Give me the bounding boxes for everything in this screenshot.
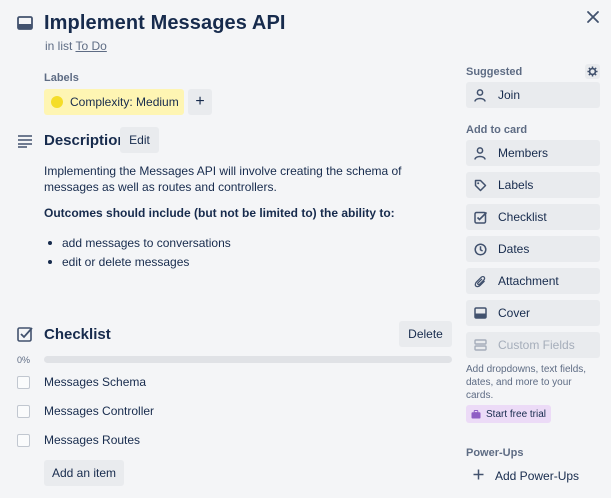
checklist-label: Checklist bbox=[498, 210, 547, 224]
add-item-button[interactable]: Add an item bbox=[44, 460, 124, 486]
labels-heading: Labels bbox=[44, 72, 79, 84]
briefcase-icon bbox=[471, 409, 481, 419]
description-text[interactable]: Implementing the Messages API will invol… bbox=[44, 163, 454, 195]
plus-icon bbox=[473, 468, 484, 484]
checkbox[interactable] bbox=[17, 404, 30, 418]
edit-description-button[interactable]: Edit bbox=[120, 127, 159, 153]
attachment-button[interactable]: Attachment bbox=[466, 268, 600, 294]
card-title[interactable]: Implement Messages API bbox=[44, 12, 286, 35]
clock-icon bbox=[473, 242, 487, 256]
labels-button[interactable]: Labels bbox=[466, 172, 600, 198]
list-info: in list To Do bbox=[45, 39, 107, 53]
members-label: Members bbox=[498, 146, 549, 160]
progress-bar bbox=[44, 356, 452, 363]
members-button[interactable]: Members bbox=[466, 140, 600, 166]
join-label: Join bbox=[498, 88, 521, 102]
checklist-icon bbox=[17, 326, 33, 342]
tag-icon bbox=[473, 178, 487, 192]
cover-label: Cover bbox=[498, 306, 531, 320]
person-icon bbox=[473, 146, 487, 160]
close-icon[interactable] bbox=[586, 10, 600, 24]
delete-checklist-button[interactable]: Delete bbox=[399, 321, 452, 347]
plus-icon: + bbox=[195, 93, 205, 110]
label-chip[interactable]: Complexity: Medium bbox=[44, 89, 184, 115]
add-power-ups-button[interactable]: Add Power-Ups bbox=[466, 463, 600, 489]
custom-fields-icon bbox=[473, 338, 487, 352]
bullet-item: edit or delete messages bbox=[48, 252, 231, 271]
bullet-item: add messages to conversations bbox=[48, 233, 231, 252]
checkbox[interactable] bbox=[17, 375, 30, 389]
custom-fields-hint: Add dropdowns, text fields, dates, and m… bbox=[466, 364, 587, 401]
checklist-item-label[interactable]: Messages Schema bbox=[44, 375, 146, 389]
dates-label: Dates bbox=[498, 242, 530, 256]
cover-icon bbox=[473, 306, 487, 320]
description-bold-text: Outcomes should include (but not be limi… bbox=[44, 206, 395, 220]
label-text: Complexity: Medium bbox=[70, 95, 179, 109]
gear-icon[interactable] bbox=[585, 64, 600, 79]
start-free-trial-label: Start free trial bbox=[486, 408, 547, 420]
description-bullets: add messages to conversations edit or de… bbox=[48, 233, 231, 271]
checklist-button[interactable]: Checklist bbox=[466, 204, 600, 230]
cover-button[interactable]: Cover bbox=[466, 300, 600, 326]
attachment-label: Attachment bbox=[498, 274, 559, 288]
checklist-item[interactable]: Messages Schema bbox=[17, 371, 457, 393]
description-heading: Description bbox=[44, 132, 127, 149]
add-label-button[interactable]: + bbox=[188, 89, 212, 115]
add-to-card-heading: Add to card bbox=[466, 124, 528, 136]
dates-button[interactable]: Dates bbox=[466, 236, 600, 262]
label-color-dot bbox=[51, 96, 63, 108]
list-link[interactable]: To Do bbox=[75, 39, 106, 53]
checkbox[interactable] bbox=[17, 433, 30, 447]
suggested-heading: Suggested bbox=[466, 66, 523, 78]
progress-percent: 0% bbox=[17, 355, 31, 365]
description-icon bbox=[17, 134, 33, 148]
paperclip-icon bbox=[473, 274, 487, 288]
checklist-item[interactable]: Messages Controller bbox=[17, 400, 457, 422]
add-power-ups-label: Add Power-Ups bbox=[495, 469, 580, 483]
checklist-item-label[interactable]: Messages Controller bbox=[44, 404, 154, 418]
start-free-trial-button[interactable]: Start free trial bbox=[466, 405, 551, 423]
checkbox-icon bbox=[473, 210, 487, 224]
person-icon bbox=[473, 88, 487, 102]
custom-fields-button[interactable]: Custom Fields bbox=[466, 332, 600, 358]
checklist-item[interactable]: Messages Routes bbox=[17, 429, 457, 451]
card-icon bbox=[17, 16, 33, 30]
labels-label: Labels bbox=[498, 178, 534, 192]
in-list-prefix: in list bbox=[45, 39, 73, 53]
custom-fields-label: Custom Fields bbox=[498, 338, 575, 352]
checklist-heading: Checklist bbox=[44, 326, 111, 343]
power-ups-heading: Power-Ups bbox=[466, 447, 524, 459]
join-button[interactable]: Join bbox=[466, 82, 600, 108]
checklist-item-label[interactable]: Messages Routes bbox=[44, 433, 140, 447]
